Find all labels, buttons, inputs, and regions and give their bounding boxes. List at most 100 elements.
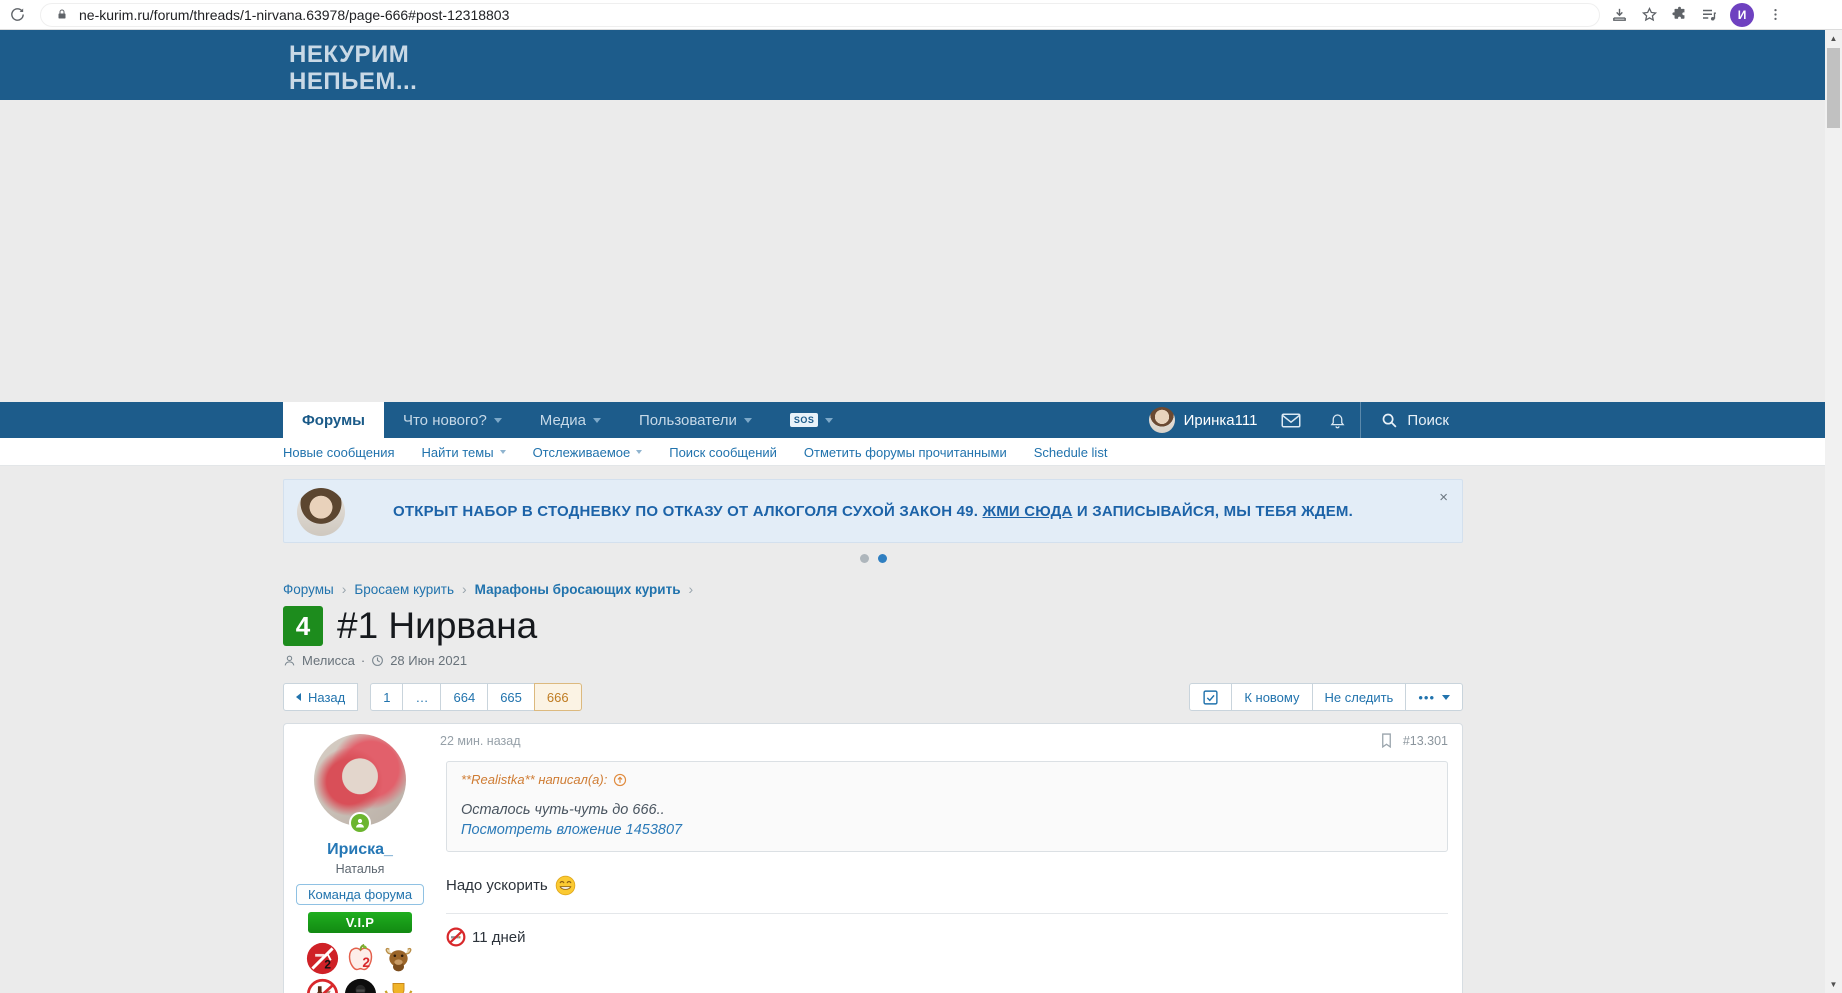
to-new-button[interactable]: К новому — [1231, 683, 1313, 711]
subnav-find-threads[interactable]: Найти темы — [422, 445, 506, 460]
no-smoking-icon — [446, 927, 466, 947]
page-button-664[interactable]: 664 — [440, 683, 489, 711]
thread-meta: Мелисса · 28 Июн 2021 — [283, 653, 1463, 668]
browser-profile-avatar[interactable]: И — [1730, 2, 1754, 27]
notice-banner[interactable]: ОТКРЫТ НАБОР В СТОДНЕВКУ ПО ОТКАЗУ ОТ АЛ… — [283, 479, 1463, 543]
banner-link[interactable]: ЖМИ СЮДА — [982, 503, 1072, 520]
search-button[interactable]: Поиск — [1360, 402, 1463, 438]
breadcrumb-separator: › — [688, 581, 694, 597]
signature-divider — [446, 913, 1448, 914]
page-button-665[interactable]: 665 — [487, 683, 535, 711]
goto-quoted-post-icon[interactable] — [613, 773, 627, 787]
signature-text: 11 дней — [472, 928, 526, 946]
breadcrumb-marathons[interactable]: Марафоны бросающих курить — [475, 582, 681, 597]
forum-post: Ириска_ Наталья Команда форума V.I.P 2 2 — [283, 723, 1463, 993]
post-username[interactable]: Ириска_ — [284, 841, 436, 859]
more-menu-button[interactable]: ••• — [1405, 683, 1463, 711]
attachment-link[interactable]: Посмотреть вложение 1453807 — [461, 822, 1433, 838]
thread-actions: К новому Не следить ••• — [1189, 683, 1463, 711]
breadcrumb-quit-smoking[interactable]: Бросаем курить — [354, 582, 454, 597]
breadcrumb-forums[interactable]: Форумы — [283, 582, 334, 597]
chevron-down-icon — [743, 417, 752, 423]
bull-badge — [382, 942, 415, 975]
chevron-down-icon — [493, 417, 502, 423]
clock-icon — [372, 655, 384, 666]
user-avatar — [1148, 407, 1175, 433]
bookmark-star-icon[interactable] — [1640, 6, 1658, 24]
address-bar[interactable]: ne-kurim.ru/forum/threads/1-nirvana.6397… — [40, 2, 1600, 27]
scroll-down-icon[interactable]: ▼ — [1825, 976, 1842, 993]
subnav-new-posts[interactable]: Новые сообщения — [283, 445, 395, 460]
thread-date: 28 Июн 2021 — [390, 653, 468, 668]
url-text[interactable]: ne-kurim.ru/forum/threads/1-nirvana.6397… — [79, 7, 509, 23]
inbox-icon[interactable] — [1267, 413, 1315, 428]
trophy-badge — [382, 978, 415, 993]
lock-icon — [53, 6, 71, 24]
avatar[interactable] — [314, 734, 406, 834]
subnav-watched[interactable]: Отслеживаемое — [533, 445, 643, 460]
vip-badge: V.I.P — [308, 912, 412, 933]
page-button-666-current[interactable]: 666 — [533, 683, 582, 711]
alerts-bell-icon[interactable] — [1315, 411, 1360, 429]
banner-text-before: ОТКРЫТ НАБОР В СТОДНЕВКУ ПО ОТКАЗУ ОТ АЛ… — [393, 502, 983, 520]
nav-tab-label: Пользователи — [638, 411, 737, 429]
ad-placeholder — [0, 100, 1825, 402]
post-message-text: Надо ускорить — [446, 877, 548, 894]
meta-dot: · — [360, 653, 366, 668]
reload-icon[interactable] — [8, 6, 26, 24]
apple-badge: 2 — [344, 942, 377, 975]
close-icon[interactable]: × — [1439, 490, 1448, 505]
back-button[interactable]: Назад — [283, 683, 359, 711]
subnav-search-posts[interactable]: Поиск сообщений — [669, 445, 777, 460]
post-number[interactable]: #13.301 — [1403, 734, 1448, 748]
carousel-dot-1[interactable] — [859, 554, 869, 563]
sub-navbar: Новые сообщения Найти темы Отслеживаемое… — [0, 438, 1825, 466]
checkbox-checked-icon — [1203, 689, 1218, 705]
page-button-1[interactable]: 1 — [370, 683, 404, 711]
page-scrollbar[interactable]: ▲ ▼ — [1825, 30, 1842, 993]
user-role-badge: Команда форума — [295, 884, 425, 905]
quote-text: Осталось чуть-чуть до 666.. — [461, 802, 665, 818]
unfollow-button[interactable]: Не следить — [1311, 683, 1407, 711]
browser-toolbar: ne-kurim.ru/forum/threads/1-nirvana.6397… — [0, 0, 1842, 30]
site-header: НЕКУРИМ НЕПЬЕМ... — [0, 30, 1825, 100]
banner-carousel-dots — [283, 554, 1463, 563]
nav-tab-forums[interactable]: Форумы — [283, 402, 384, 438]
search-icon — [1383, 413, 1397, 427]
breadcrumb: Форумы › Бросаем курить › Марафоны броса… — [283, 581, 1463, 597]
site-logo[interactable]: НЕКУРИМ НЕПЬЕМ... — [289, 30, 1463, 96]
nav-tab-users[interactable]: Пользователи — [620, 402, 771, 438]
install-icon[interactable] — [1610, 6, 1628, 24]
post-content: 22 мин. назад #13.301 **Realistka** напи… — [436, 724, 1462, 993]
thread-author[interactable]: Мелисса — [302, 653, 355, 668]
main-navbar: Форумы Что нового? Медиа Пользователи SO… — [0, 402, 1825, 438]
quote-block: **Realistka** написал(а): Осталось чуть-… — [446, 761, 1448, 852]
post-timestamp[interactable]: 22 мин. назад — [440, 734, 521, 748]
sos-badge: SOS — [789, 413, 819, 427]
chevron-down-icon — [499, 450, 506, 454]
subnav-schedule-list[interactable]: Schedule list — [1034, 445, 1108, 460]
browser-menu-icon[interactable] — [1766, 6, 1784, 24]
scrollbar-thumb[interactable] — [1827, 48, 1840, 128]
account-menu[interactable]: Иринка111 — [1139, 407, 1268, 433]
no-smoking-badge: 2 — [306, 942, 339, 975]
post-user-panel: Ириска_ Наталья Команда форума V.I.P 2 2 — [284, 724, 436, 993]
thread-prefix-badge[interactable]: 4 — [283, 606, 323, 646]
quote-attribution[interactable]: **Realistka** написал(а): — [461, 772, 1433, 787]
media-controls-icon[interactable] — [1700, 6, 1718, 24]
nav-tab-media[interactable]: Медиа — [521, 402, 620, 438]
page-ellipsis[interactable]: … — [402, 683, 442, 711]
extensions-icon[interactable] — [1670, 6, 1688, 24]
carousel-dot-2[interactable] — [877, 554, 887, 563]
chevron-down-icon — [825, 417, 834, 423]
banner-text: ОТКРЫТ НАБОР В СТОДНЕВКУ ПО ОТКАЗУ ОТ АЛ… — [323, 503, 1423, 520]
nav-tab-whats-new[interactable]: Что нового? — [384, 402, 521, 438]
svg-text:2: 2 — [324, 958, 331, 972]
nav-tab-sos[interactable]: SOS — [771, 402, 853, 438]
banner-text-after: И ЗАПИСЫВАЙСЯ, МЫ ТЕБЯ ЖДЕМ. — [1072, 502, 1353, 520]
select-posts-button[interactable] — [1189, 683, 1233, 711]
bookmark-icon[interactable] — [1380, 733, 1393, 748]
post-signature: 11 дней — [446, 927, 1448, 947]
scroll-up-icon[interactable]: ▲ — [1825, 30, 1842, 47]
subnav-mark-read[interactable]: Отметить форумы прочитанными — [804, 445, 1007, 460]
